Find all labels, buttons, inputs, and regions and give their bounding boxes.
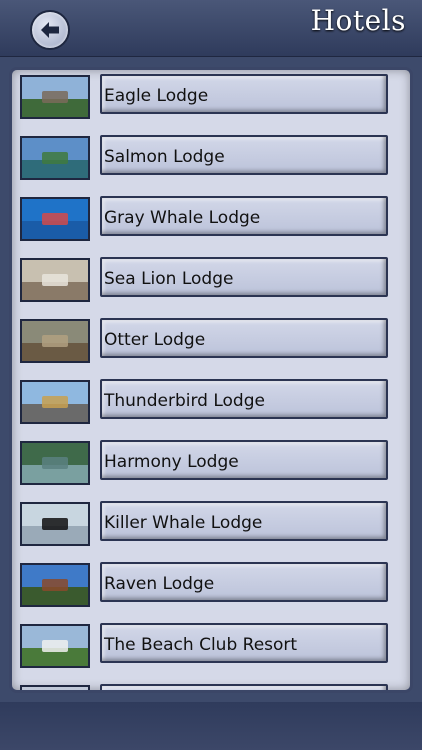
hotel-button[interactable]: Raven Lodge [100, 562, 388, 602]
bottom-bar [0, 702, 422, 750]
page-title: Hotels [310, 4, 406, 37]
hotel-button[interactable]: Sea Lion Lodge [100, 257, 388, 297]
hotel-name: Otter Lodge [104, 330, 206, 350]
hotel-list: Eagle Lodge Salmon Lodge Gray Whale Lodge S… [12, 70, 410, 690]
hotel-row[interactable]: Harmony Lodge [12, 438, 410, 499]
hotel-row[interactable]: Eagle Lodge [12, 72, 410, 133]
hotel-list-panel[interactable]: Eagle Lodge Salmon Lodge Gray Whale Lodge S… [9, 67, 413, 693]
hotel-thumbnail[interactable] [20, 75, 90, 119]
back-button[interactable] [30, 10, 70, 50]
hotel-button[interactable]: The Beach Club Resort [100, 623, 388, 663]
hotel-name: Raven Lodge [104, 574, 215, 594]
hotel-button[interactable]: Thunderbird Lodge [100, 379, 388, 419]
hotel-row[interactable]: Salmon Lodge [12, 133, 410, 194]
hotel-name: The Beach Club Resort [104, 635, 298, 655]
hotel-row[interactable]: Otter Lodge [12, 316, 410, 377]
hotel-thumbnail[interactable] [20, 685, 90, 690]
hotel-thumbnail[interactable] [20, 563, 90, 607]
hotel-thumbnail[interactable] [20, 197, 90, 241]
hotel-row[interactable]: Raven Lodge [12, 560, 410, 621]
hotel-name: Eagle Lodge [104, 86, 209, 106]
hotel-button[interactable]: Eagle Lodge [100, 74, 388, 114]
hotel-button[interactable]: Otter Lodge [100, 318, 388, 358]
hotel-row[interactable] [12, 682, 410, 690]
hotel-row[interactable]: Sea Lion Lodge [12, 255, 410, 316]
hotel-thumbnail[interactable] [20, 380, 90, 424]
hotel-row[interactable]: Killer Whale Lodge [12, 499, 410, 560]
hotel-button[interactable]: Gray Whale Lodge [100, 196, 388, 236]
hotel-thumbnail[interactable] [20, 136, 90, 180]
hotel-row[interactable]: The Beach Club Resort [12, 621, 410, 682]
top-bar: Hotels [0, 0, 422, 57]
hotel-thumbnail[interactable] [20, 258, 90, 302]
hotel-thumbnail[interactable] [20, 319, 90, 363]
hotel-button[interactable]: Salmon Lodge [100, 135, 388, 175]
hotel-thumbnail[interactable] [20, 441, 90, 485]
hotel-name: Gray Whale Lodge [104, 208, 261, 228]
hotel-name: Killer Whale Lodge [104, 513, 263, 533]
hotel-name: Harmony Lodge [104, 452, 239, 472]
hotel-row[interactable]: Gray Whale Lodge [12, 194, 410, 255]
hotel-button[interactable]: Harmony Lodge [100, 440, 388, 480]
hotel-name: Salmon Lodge [104, 147, 225, 167]
hotel-name: Thunderbird Lodge [104, 391, 265, 411]
hotel-thumbnail[interactable] [20, 624, 90, 668]
hotel-button[interactable] [100, 684, 388, 690]
hotel-row[interactable]: Thunderbird Lodge [12, 377, 410, 438]
hotel-button[interactable]: Killer Whale Lodge [100, 501, 388, 541]
hotel-name: Sea Lion Lodge [104, 269, 234, 289]
arrow-left-icon [41, 22, 59, 38]
hotel-thumbnail[interactable] [20, 502, 90, 546]
